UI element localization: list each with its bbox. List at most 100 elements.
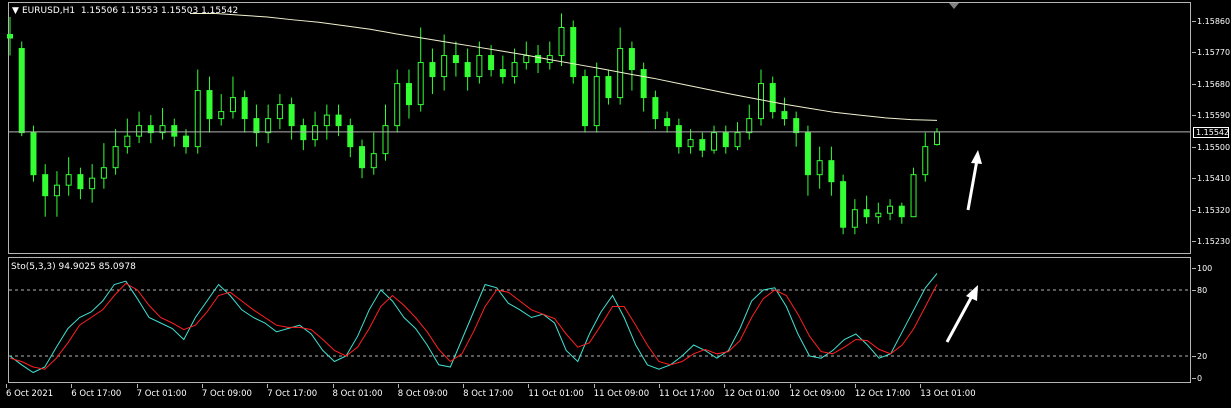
candle-body [757, 83, 764, 120]
time-axis-label: 6 Oct 2021 [6, 389, 54, 399]
time-axis-tick [136, 384, 138, 388]
price-axis-label: 1.15230 [1197, 237, 1231, 247]
candle-body [206, 90, 213, 120]
time-axis-label: 12 Oct 17:00 [854, 389, 911, 399]
candle-body [840, 181, 847, 228]
time-axis-label: 8 Oct 01:00 [332, 389, 383, 399]
candle-body [42, 174, 49, 197]
time-axis-tick [71, 384, 73, 388]
candle-body [429, 62, 436, 78]
price-axis-label: 1.15860 [1197, 16, 1231, 26]
time-axis-label: 11 Oct 09:00 [593, 389, 650, 399]
candle-body [746, 118, 753, 134]
time-axis-tick [6, 384, 7, 388]
price-axis-tick [1192, 20, 1196, 22]
price-axis-tick [1192, 52, 1196, 54]
candle-body [828, 160, 835, 183]
time-axis-tick [528, 384, 530, 388]
candle-body [593, 76, 600, 127]
symbol-info: EURUSD,H1 1.15506 1.15553 1.15503 1.1554… [22, 6, 239, 16]
time-axis-tick [397, 384, 399, 388]
candle-body [218, 111, 225, 120]
candle-body [452, 55, 459, 64]
candle-body [194, 90, 201, 148]
candle-body [511, 62, 518, 78]
price-axis[interactable]: 1.15860 1.15770 1.15680 1.15590 1.15500 1.154… [1192, 0, 1231, 384]
chart-canvas [7, 3, 1191, 374]
candle-body [124, 135, 131, 148]
candle-body [417, 62, 424, 106]
candle-body [488, 55, 495, 71]
candle-body [804, 132, 811, 176]
candle-body [875, 212, 882, 218]
time-axis-tick [724, 384, 726, 388]
candle-body [77, 174, 84, 190]
time-axis-label: 12 Oct 09:00 [789, 389, 846, 399]
candle-body [347, 125, 354, 148]
candle-body [89, 177, 96, 190]
time-axis-tick [332, 384, 334, 388]
candle-body [769, 83, 776, 113]
stochastic-main-line [9, 273, 938, 374]
candle-body [499, 69, 506, 78]
candle-body [241, 97, 248, 120]
time-axis-tick [659, 384, 660, 388]
osc-axis-tick [1192, 356, 1196, 357]
candle-body [910, 174, 917, 218]
candle-body [359, 146, 366, 169]
trend-arrow-shaft [966, 159, 979, 211]
time-axis-tick [267, 384, 269, 388]
current-price-tag: 1.15542 [1193, 126, 1229, 138]
candle-body [816, 160, 823, 176]
candle-body [183, 135, 190, 148]
candle-body [370, 153, 377, 169]
price-axis-label: 1.15410 [1197, 174, 1231, 184]
candle-body [382, 125, 389, 155]
time-axis-label: 11 Oct 01:00 [528, 389, 584, 399]
osc-axis-tick [1192, 378, 1196, 379]
candle-body [605, 76, 612, 99]
candle-body [898, 205, 905, 218]
candle-body [887, 205, 894, 214]
stochastic-header: Sto(5,3,3) 94.9025 85.0978 [11, 262, 136, 272]
osc-axis-label: 100 [1197, 264, 1213, 273]
candle-body [558, 27, 565, 57]
price-axis-label: 1.15500 [1197, 142, 1231, 152]
candle-body [30, 132, 37, 176]
time-axis-tick [593, 384, 595, 388]
price-axis-tick [1192, 146, 1196, 148]
candle-body [312, 125, 319, 141]
candle-body [652, 97, 659, 120]
candle-body [171, 125, 178, 137]
candle-body [722, 132, 729, 148]
time-axis-tick [854, 384, 856, 388]
candle-body [851, 209, 858, 228]
candle-body [922, 146, 929, 176]
osc-axis-tick [1192, 290, 1196, 291]
price-axis-tick [1192, 241, 1196, 243]
candle-body [276, 104, 283, 120]
candle-body [863, 209, 870, 218]
candle-body [288, 104, 295, 127]
chart-shift-marker [949, 3, 959, 9]
osc-axis-label: 0 [1197, 374, 1203, 383]
candle-body [523, 55, 530, 64]
osc-arrow-shaft [945, 295, 974, 343]
price-axis-tick [1192, 209, 1196, 211]
candle-body [664, 118, 671, 127]
time-axis-label: 13 Oct 01:00 [920, 389, 976, 399]
candle-body [136, 125, 143, 137]
candle-body [570, 27, 577, 78]
price-axis-label: 1.15590 [1197, 111, 1231, 121]
osc-axis-label: 80 [1197, 286, 1208, 295]
time-axis-tick [463, 384, 465, 388]
candle-body [100, 167, 107, 179]
osc-axis-label: 20 [1197, 352, 1208, 361]
candle-body [323, 114, 330, 127]
candle-body [476, 55, 483, 78]
candle-body [300, 125, 307, 141]
candle-body [229, 97, 236, 113]
candle-body [7, 34, 13, 39]
symbol-menu-icon[interactable]: ▼ [12, 6, 19, 16]
price-axis-tick [1192, 83, 1196, 85]
